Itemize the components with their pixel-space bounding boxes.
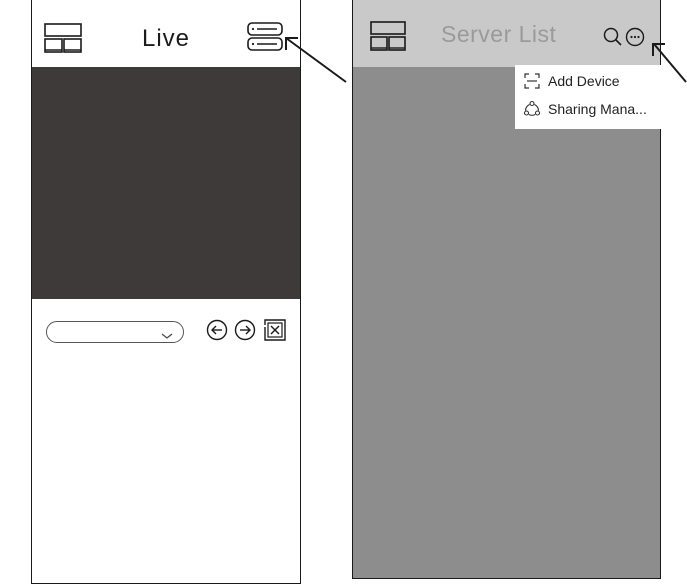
live-screen: Live <box>31 0 301 584</box>
server-list-screen: Server List Add Device Sharing Mana... <box>352 0 663 579</box>
device-select[interactable] <box>46 321 184 343</box>
close-box-icon[interactable] <box>264 319 286 341</box>
pointer-arrow-icon <box>652 43 687 83</box>
chevron-down-icon <box>161 327 173 345</box>
menu-item-sharing-management[interactable]: Sharing Mana... <box>515 97 663 121</box>
server-list-icon[interactable] <box>247 22 283 52</box>
search-icon[interactable] <box>603 27 623 47</box>
menu-item-label: Sharing Mana... <box>548 101 647 117</box>
pointer-arrow-icon <box>285 37 347 83</box>
page-title: Server List <box>441 21 557 47</box>
live-video-area[interactable] <box>32 67 300 299</box>
more-options-icon[interactable] <box>625 27 645 47</box>
share-icon <box>523 100 541 118</box>
more-menu: Add Device Sharing Mana... <box>515 65 663 129</box>
menu-item-add-device[interactable]: Add Device <box>515 69 663 93</box>
arrow-left-circle-icon[interactable] <box>206 319 228 341</box>
menu-item-label: Add Device <box>548 73 620 89</box>
split-layout-icon[interactable] <box>370 21 406 51</box>
live-header: Live <box>32 0 300 67</box>
arrow-right-circle-icon[interactable] <box>234 319 256 341</box>
server-header: Server List <box>353 0 660 67</box>
scan-icon <box>523 72 541 90</box>
